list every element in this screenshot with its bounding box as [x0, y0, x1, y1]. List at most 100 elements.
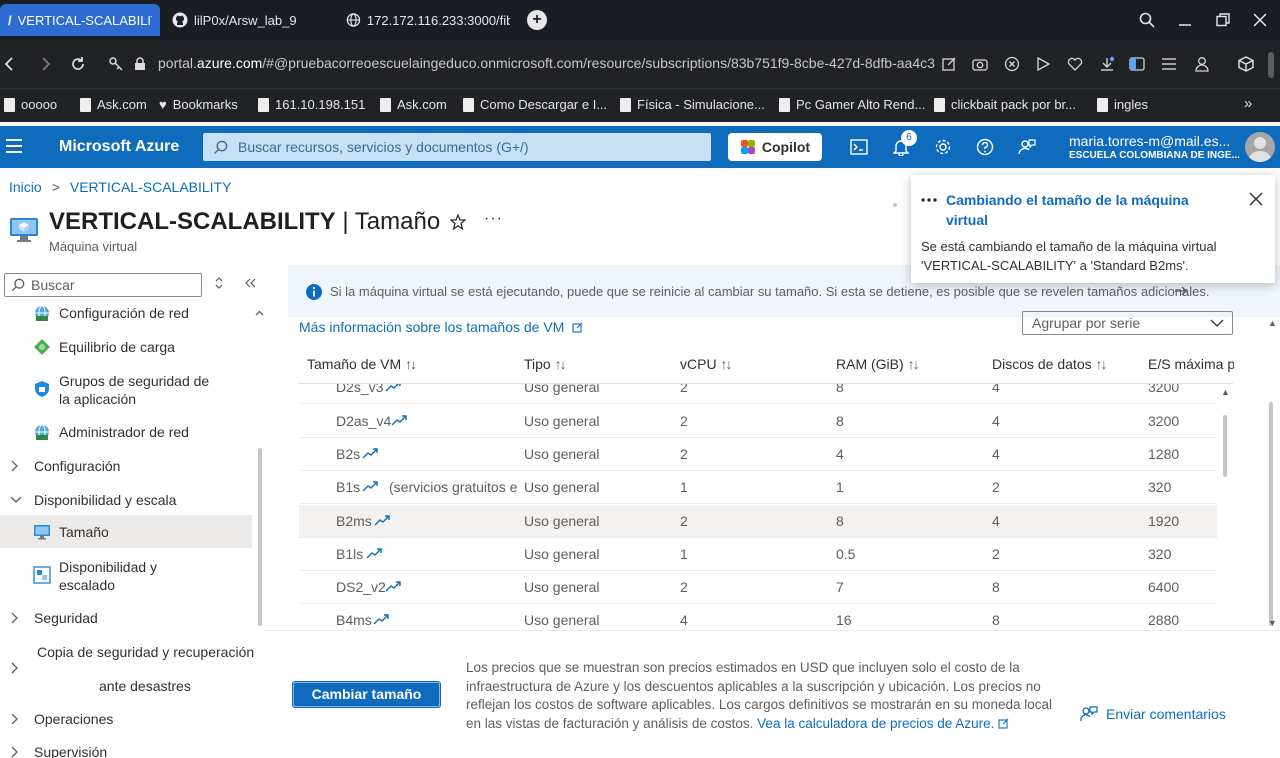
page-scroll-up-icon[interactable]: ▲ [1268, 318, 1277, 328]
cube-icon[interactable] [1236, 54, 1256, 74]
sidebar-item-seguridad[interactable]: Seguridad [0, 607, 252, 629]
table-row[interactable]: B4ms Uso general 4 16 8 2880 [299, 604, 1217, 630]
chevron-up-icon[interactable] [255, 310, 264, 316]
back-icon[interactable] [0, 54, 20, 74]
table-row[interactable]: DS2_v2 Uso general 2 7 8 6400 [299, 571, 1217, 604]
menu-lines-icon[interactable] [1159, 54, 1179, 74]
bookmark-item[interactable]: ingles [1097, 97, 1148, 112]
sidebar-item-equilibrio-de-carga[interactable]: Equilibrio de carga [0, 336, 252, 358]
share-icon[interactable] [939, 54, 959, 74]
send-feedback-link[interactable]: Enviar comentarios [1080, 706, 1226, 722]
table-row[interactable]: B2s Uso general 2 4 4 1280 [299, 438, 1217, 471]
breadcrumb-home[interactable]: Inicio [9, 179, 42, 195]
page-icon [463, 97, 474, 112]
reload-icon[interactable] [68, 54, 88, 74]
close-window-icon[interactable] [1250, 10, 1270, 30]
sidebar-item-configuracion[interactable]: Configuración [0, 455, 252, 477]
help-icon[interactable] [974, 136, 996, 158]
shield-block-icon[interactable] [1002, 54, 1022, 74]
browser-tab-fibo[interactable]: 172.172.116.233:3000/fibo [338, 4, 518, 36]
arrow-right-icon[interactable] [1174, 286, 1188, 296]
expand-collapse-icon[interactable] [214, 277, 224, 289]
table-row[interactable]: D2as_v4 Uso general 2 8 4 3200 [299, 405, 1217, 438]
collapse-sidebar-icon[interactable] [244, 278, 256, 288]
download-icon[interactable] [1097, 54, 1117, 74]
cloud-shell-icon[interactable] [848, 136, 870, 158]
column-header-disks[interactable]: Discos de datos ↑↓ [992, 356, 1108, 372]
favorite-star-icon[interactable] [450, 214, 466, 230]
sidebar-item-disponibilidad-y-escala[interactable]: Disponibilidad y escala [0, 489, 252, 511]
bookmark-item[interactable]: 161.10.198.151 [258, 97, 365, 112]
bookmark-item[interactable]: clickbait pack por br... [934, 97, 1076, 112]
feedback-person-icon[interactable] [1016, 136, 1038, 158]
sidebar-item-administrador-de-red[interactable]: Administrador de red [0, 421, 252, 443]
bookmark-item[interactable]: ♥ Bookmarks [159, 97, 238, 112]
bookmark-label: 161.10.198.151 [275, 97, 366, 112]
resize-button[interactable]: Cambiar tamaño [292, 681, 441, 708]
sidebar-item-supervision[interactable]: Supervisión [0, 741, 252, 758]
sidebar-item-label: Supervisión [34, 744, 108, 758]
bookmark-item[interactable]: Ask.com [80, 97, 147, 112]
table-scroll-up-icon[interactable]: ▲ [1221, 387, 1230, 397]
profile-icon[interactable] [1192, 54, 1212, 74]
browser-search-icon[interactable] [1137, 10, 1157, 30]
play-icon[interactable] [1033, 54, 1053, 74]
site-info-icon[interactable] [106, 54, 126, 74]
table-row[interactable]: D2s_v3 Uso general 2 8 4 3200 [299, 384, 1217, 404]
bookmark-item[interactable]: Pc Gamer Alto Rend... [779, 97, 925, 112]
account-menu[interactable]: maria.torres-m@mail.es... ESCUELA COLOMB… [1069, 133, 1240, 161]
table-row[interactable]: B1s (servicios gratuitos el Uso general … [299, 471, 1217, 504]
table-scrollbar[interactable] [1223, 415, 1227, 477]
sidebar-item-disponibilidad-y-escalado[interactable]: Disponibilidad y escalado [0, 556, 252, 596]
hamburger-menu-icon[interactable] [6, 139, 22, 157]
new-tab-button[interactable]: + [527, 10, 547, 30]
browser-tab-github[interactable]: lilP0x/Arsw_lab_9 [164, 4, 334, 36]
group-by-dropdown[interactable]: Agrupar por serie [1022, 311, 1233, 335]
cell-size: D2as_v4 [336, 413, 392, 429]
cell-disks: 4 [992, 513, 1000, 529]
column-header-iops[interactable]: E/S máxima p [1148, 356, 1234, 372]
forward-icon[interactable] [35, 54, 55, 74]
settings-gear-icon[interactable] [932, 136, 954, 158]
sidebar-toggle-icon[interactable] [1127, 54, 1147, 74]
bookmark-item[interactable]: Física - Simulacione... [620, 97, 765, 112]
bookmarks-overflow-button[interactable]: » [1244, 95, 1252, 112]
column-header-ram[interactable]: RAM (GiB) ↑↓ [836, 356, 920, 372]
camera-icon[interactable] [970, 54, 990, 74]
column-header-vcpu[interactable]: vCPU ↑↓ [680, 356, 732, 372]
lock-icon[interactable] [130, 54, 150, 74]
toast-title[interactable]: Cambiando el tamaño de la máquina virtua… [946, 190, 1226, 230]
sidebar-item-configuracion-de-red[interactable]: Configuración de red [0, 302, 264, 324]
url-text[interactable]: portal.azure.com/#@pruebacorreoescuelain… [158, 55, 935, 71]
sidebar-scrollbar[interactable] [258, 448, 262, 626]
breadcrumb-resource[interactable]: VERTICAL-SCALABILITY [70, 179, 232, 195]
more-info-link[interactable]: Más información sobre los tamaños de VM [299, 319, 583, 335]
page-scroll-down-icon[interactable]: ▼ [1268, 618, 1277, 628]
more-options-button[interactable]: ··· [484, 210, 503, 228]
copilot-button[interactable]: Copilot [728, 133, 822, 161]
sidebar-search-input[interactable]: Buscar [4, 273, 202, 297]
heart-icon[interactable] [1065, 54, 1085, 74]
browser-tab-azure[interactable]: / VERTICAL-SCALABILITY - M [0, 4, 160, 36]
page-scrollbar[interactable] [1269, 402, 1273, 626]
azure-brand[interactable]: Microsoft Azure [59, 138, 179, 156]
sidebar-item-grupos-seguridad-aplicacion[interactable]: Grupos de seguridad de la aplicación [0, 370, 252, 410]
column-header-type[interactable]: Tipo ↑↓ [524, 356, 567, 372]
close-icon[interactable] [1249, 192, 1263, 206]
global-search-input[interactable]: Buscar recursos, servicios y documentos … [203, 133, 711, 161]
table-row-selected[interactable]: B2ms Uso general 2 8 4 1920 [299, 505, 1217, 538]
minimize-icon[interactable] [1175, 10, 1195, 30]
sidebar-item-copia-de-seguridad[interactable]: Copia de seguridad y recuperación ante d… [0, 641, 254, 699]
shield-icon [35, 381, 49, 397]
column-header-size[interactable]: Tamaño de VM ↑↓ [307, 356, 417, 372]
avatar[interactable] [1245, 132, 1275, 162]
sidebar-item-operaciones[interactable]: Operaciones [0, 708, 252, 730]
restore-icon[interactable] [1213, 10, 1233, 30]
page-icon [80, 97, 91, 112]
bookmark-item[interactable]: ooooo [4, 97, 57, 112]
pricing-calculator-link[interactable]: Vea la calculadora de precios de Azure. [757, 716, 1009, 731]
sidebar-item-tamano[interactable]: Tamaño [0, 515, 252, 548]
bookmark-item[interactable]: Como Descargar e I... [463, 97, 607, 112]
bookmark-item[interactable]: Ask.com [380, 97, 447, 112]
table-row[interactable]: B1ls Uso general 1 0.5 2 320 [299, 538, 1217, 571]
